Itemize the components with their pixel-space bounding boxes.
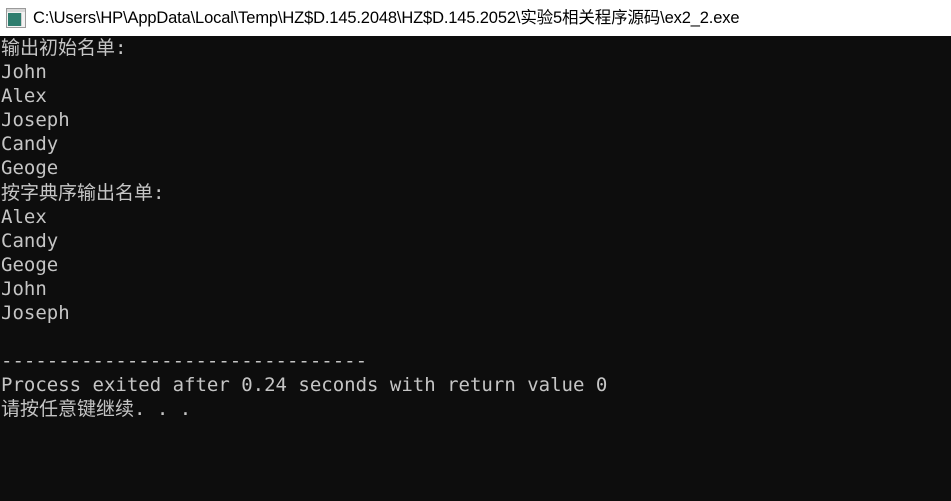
console-window: C:\Users\HP\AppData\Local\Temp\HZ$D.145.… [0, 0, 951, 501]
title-bar[interactable]: C:\Users\HP\AppData\Local\Temp\HZ$D.145.… [0, 0, 951, 36]
icon-screen [8, 13, 22, 26]
console-output-area[interactable]: 输出初始名单: John Alex Joseph Candy Geoge 按字典序输出名单:… [0, 36, 951, 501]
window-title: C:\Users\HP\AppData\Local\Temp\HZ$D.145.… [33, 9, 740, 27]
console-line: Alex [1, 85, 47, 108]
console-window-icon [6, 8, 26, 28]
console-line: Candy [1, 133, 59, 156]
console-line: John [1, 277, 47, 300]
console-line: 输出初始名单: [1, 37, 127, 59]
console-line: Alex [1, 205, 47, 228]
console-line: Geoge [1, 253, 59, 276]
console-line: Candy [1, 229, 59, 252]
console-line: 按字典序输出名单: [1, 181, 165, 204]
console-line: Process exited after 0.24 seconds with r… [1, 374, 608, 397]
console-line: 请按任意键继续. . . [1, 398, 192, 421]
console-line-list: 输出初始名单: John Alex Joseph Candy Geoge 按字典序输出名单:… [0, 36, 951, 422]
console-line: Geoge [1, 157, 59, 180]
icon-title-strip [7, 9, 25, 12]
console-line: Joseph [1, 302, 70, 325]
console-line: -------------------------------- [1, 350, 368, 373]
console-line: John [1, 61, 47, 84]
console-line: Joseph [1, 109, 70, 132]
